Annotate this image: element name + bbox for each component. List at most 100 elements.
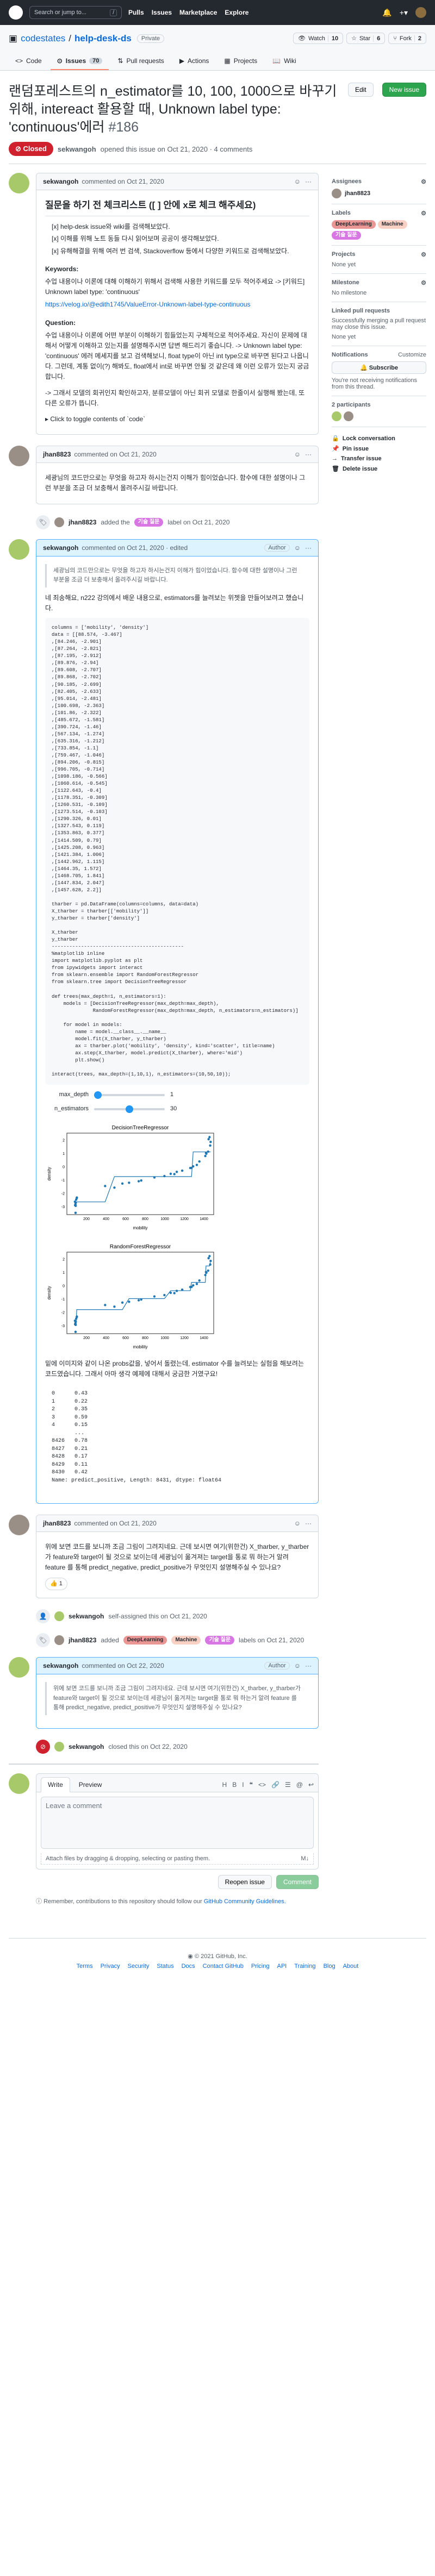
labels-heading[interactable]: Labels	[332, 210, 351, 217]
kebab-menu-icon[interactable]: ···	[305, 451, 312, 458]
assignee-name[interactable]: jhan8823	[345, 190, 370, 197]
avatar[interactable]	[332, 189, 341, 198]
footer-link-terms[interactable]: Terms	[77, 1963, 93, 1969]
avatar[interactable]	[54, 1742, 64, 1752]
nav-marketplace[interactable]: Marketplace	[179, 9, 217, 16]
keywords-link[interactable]: https://velog.io/@edith1745/ValueError-U…	[45, 301, 251, 308]
avatar[interactable]	[54, 1611, 64, 1622]
tab-wiki[interactable]: 📖 Wiki	[266, 53, 303, 70]
tab-pull-requests[interactable]: ⇅ Pull requests	[111, 53, 170, 70]
gear-icon[interactable]: ⚙	[421, 210, 426, 217]
watch-button[interactable]: 👁 Watch 10	[293, 33, 344, 44]
reopen-issue-button[interactable]: Reopen issue	[217, 1875, 272, 1889]
event-actor[interactable]: sekwangoh	[69, 1743, 104, 1750]
avatar[interactable]	[9, 446, 29, 467]
avatar[interactable]	[344, 411, 353, 421]
label-machine[interactable]: Machine	[377, 220, 407, 229]
label-deeplearning[interactable]: DeepLearning	[123, 1636, 167, 1645]
write-tab[interactable]: Write	[41, 1777, 70, 1792]
projects-heading[interactable]: Projects	[332, 251, 355, 258]
gear-icon[interactable]: ⚙	[421, 279, 426, 286]
smiley-icon[interactable]: ☺	[294, 544, 301, 552]
fork-button[interactable]: ⑂ Fork 2	[388, 33, 426, 44]
footer-link-pricing[interactable]: Pricing	[251, 1963, 270, 1969]
avatar[interactable]	[9, 1657, 29, 1678]
user-avatar[interactable]	[415, 7, 426, 18]
tab-projects[interactable]: ▦ Projects	[217, 53, 264, 70]
kebab-menu-icon[interactable]: ···	[305, 1520, 312, 1527]
list-icon[interactable]: ☰	[285, 1781, 291, 1789]
nav-issues[interactable]: Issues	[152, 9, 172, 16]
avatar[interactable]	[9, 1515, 29, 1536]
plus-icon[interactable]: +▾	[400, 8, 408, 17]
footer-link-contact[interactable]: Contact GitHub	[203, 1963, 244, 1969]
smiley-icon[interactable]: ☺	[294, 178, 301, 185]
tab-code[interactable]: <> Code	[9, 53, 48, 70]
toggle-details[interactable]: ▸ Click to toggle contents of `code`	[45, 414, 309, 424]
repo-owner-link[interactable]: codestates	[21, 33, 65, 44]
github-logo-icon[interactable]	[9, 5, 23, 20]
preview-tab[interactable]: Preview	[72, 1778, 109, 1792]
issue-author[interactable]: sekwangoh	[58, 145, 96, 153]
search-input[interactable]: Search or jump to... /	[29, 6, 122, 19]
event-actor[interactable]: sekwangoh	[69, 1612, 104, 1620]
milestone-heading[interactable]: Milestone	[332, 279, 359, 286]
avatar[interactable]	[332, 411, 341, 421]
tab-issues[interactable]: ⊙ Issues 70	[50, 53, 109, 70]
avatar[interactable]	[9, 173, 29, 193]
smiley-icon[interactable]: ☺	[294, 1662, 301, 1670]
lock-conversation-link[interactable]: 🔒 Lock conversation	[332, 435, 426, 442]
comment-author[interactable]: sekwangoh	[43, 544, 78, 552]
footer-link-blog[interactable]: Blog	[324, 1963, 335, 1969]
footer-link-api[interactable]: API	[277, 1963, 287, 1969]
link-icon[interactable]: 🔗	[271, 1781, 279, 1789]
kebab-menu-icon[interactable]: ···	[305, 544, 312, 552]
footer-link-training[interactable]: Training	[294, 1963, 315, 1969]
pin-issue-link[interactable]: 📌 Pin issue	[332, 445, 426, 453]
max-depth-slider[interactable]	[94, 1091, 165, 1099]
quote-icon[interactable]: ❝	[250, 1781, 253, 1789]
kebab-menu-icon[interactable]: ···	[305, 1662, 312, 1670]
delete-issue-link[interactable]: 🗑 Delete issue	[332, 465, 426, 473]
label-machine[interactable]: Machine	[171, 1636, 201, 1645]
footer-link-privacy[interactable]: Privacy	[101, 1963, 120, 1969]
edit-button[interactable]: Edit	[347, 83, 374, 97]
new-issue-button[interactable]: New issue	[382, 83, 426, 97]
label-deeplearning[interactable]: DeepLearning	[332, 220, 376, 229]
linked-prs-heading[interactable]: Linked pull requests	[332, 308, 390, 314]
bold-icon[interactable]: B	[232, 1781, 237, 1789]
reply-icon[interactable]: ↩	[308, 1781, 314, 1789]
nav-explore[interactable]: Explore	[225, 9, 248, 16]
avatar[interactable]	[9, 539, 29, 560]
comment-author[interactable]: sekwangoh	[43, 178, 78, 185]
footer-link-status[interactable]: Status	[157, 1963, 173, 1969]
label-question[interactable]: 기술 질문	[332, 231, 361, 240]
code-icon[interactable]: <>	[258, 1781, 266, 1789]
repo-name-link[interactable]: help-desk-ds	[74, 33, 132, 44]
footer-link-about[interactable]: About	[343, 1963, 359, 1969]
comment-textarea[interactable]: Leave a comment	[41, 1797, 314, 1849]
avatar[interactable]	[54, 1635, 64, 1646]
notifications-bell-icon[interactable]: 🔔	[382, 8, 391, 17]
guidelines-link[interactable]: GitHub Community Guidelines.	[204, 1898, 286, 1905]
footer-link-security[interactable]: Security	[128, 1963, 150, 1969]
smiley-icon[interactable]: ☺	[294, 451, 301, 458]
customize-link[interactable]: Customize	[398, 352, 426, 358]
nav-pulls[interactable]: Pulls	[128, 9, 144, 16]
event-actor[interactable]: jhan8823	[69, 1636, 96, 1644]
footer-link-docs[interactable]: Docs	[182, 1963, 195, 1969]
comment-author[interactable]: jhan8823	[43, 1520, 71, 1527]
label-question[interactable]: 기술 질문	[134, 517, 164, 527]
tab-actions[interactable]: ▶ Actions	[173, 53, 216, 70]
event-actor[interactable]: jhan8823	[69, 518, 96, 526]
star-button[interactable]: ☆ Star 6	[346, 33, 386, 44]
avatar[interactable]	[54, 517, 64, 527]
comment-author[interactable]: jhan8823	[43, 451, 71, 458]
gear-icon[interactable]: ⚙	[421, 251, 426, 258]
assignees-heading[interactable]: Assignees	[332, 178, 362, 185]
gear-icon[interactable]: ⚙	[421, 178, 426, 185]
transfer-issue-link[interactable]: → Transfer issue	[332, 455, 426, 462]
kebab-menu-icon[interactable]: ···	[305, 178, 312, 185]
label-question[interactable]: 기술 질문	[205, 1636, 235, 1645]
avatar[interactable]	[9, 1773, 29, 1794]
